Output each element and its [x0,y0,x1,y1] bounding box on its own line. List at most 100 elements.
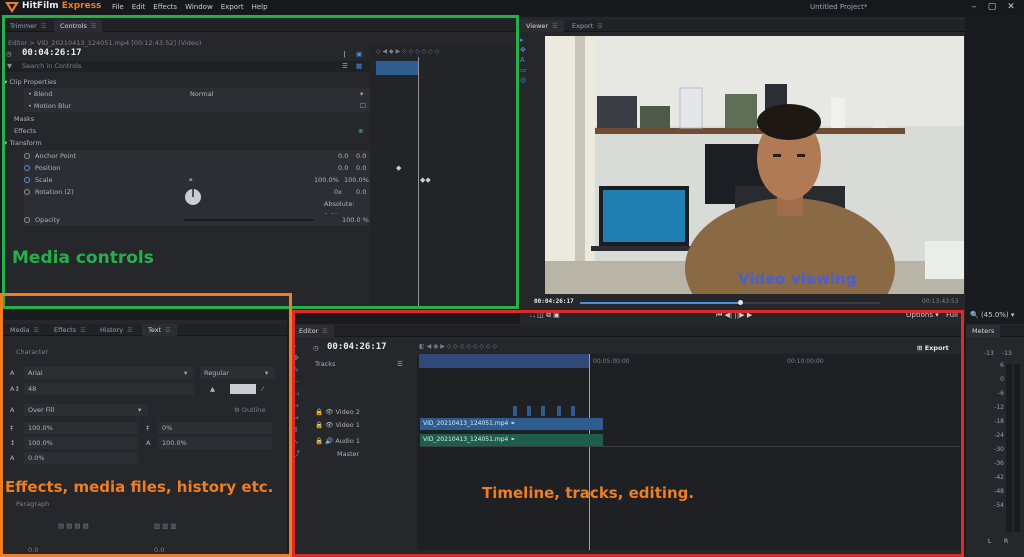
over-fill-select[interactable]: Over Fill ▾ [24,404,148,416]
fill-icon[interactable]: ▲ [210,383,215,395]
keyframe-toggle-icon[interactable] [24,189,30,195]
tab-text[interactable]: Text ☰ [142,324,177,336]
viewer-options[interactable]: Options ▾ [906,311,939,319]
font-select[interactable]: Arial ▾ [24,367,194,379]
viewer-time-right: 00:13:43:53 [922,298,959,305]
transform-section[interactable]: ▾ Transform [4,137,42,149]
tab-meters[interactable]: Meters [966,325,1001,337]
baseline-icon: A [10,454,15,462]
tab-export[interactable]: Export ☰ [566,20,609,32]
keyframe-icon[interactable]: ◆◆ [420,176,431,184]
meter-peak-l: -13 [984,350,994,357]
vscale-input[interactable]: 100.0% [24,437,138,449]
maximize-icon[interactable]: ▢ [986,1,998,13]
hscale-input[interactable]: 100.0% [158,437,272,449]
menu-help[interactable]: Help [252,3,268,11]
filter-icon[interactable]: ▼ [7,60,12,72]
keyframe-playhead[interactable] [418,57,419,307]
viewer-tool-icons[interactable]: ⛶ ◫ ⧉ ▣ [530,311,560,320]
menu-effects[interactable]: Effects [153,3,177,11]
add-effect-icon[interactable]: ⊕ [358,125,363,137]
blend-dropdown-icon[interactable]: ▾ [360,88,363,100]
track-audio-1[interactable]: 🔒 🔊 Audio 1 [315,435,360,447]
timeline-work-area[interactable] [419,354,589,368]
scale-row: Scale ⚭ 100.0% 100.0% [24,174,370,186]
timeline-area[interactable] [417,354,961,550]
viewer-scrubber-handle[interactable] [738,300,743,305]
tab-media[interactable]: Media ☰ [4,324,45,336]
blend-label: Blend [33,90,53,98]
viewer-zoom[interactable]: 🔍 (45.0%) ▾ [970,311,1014,319]
play-controls-icons[interactable]: ⏮ ◀| ||▶ ▶ [716,311,752,320]
editor-export-button[interactable]: ⊞ Export [917,342,949,354]
blend-select[interactable]: Normal [190,88,214,100]
meter-scale: -12 [994,404,1004,411]
editor-toolbar[interactable]: ▸ ✥ ✎ ⊢ ⊣ ↔ ⇔ ⇕ ∿ ⤴ [293,340,303,550]
color-swatch[interactable] [230,384,256,394]
masks-section[interactable]: Masks [14,113,34,125]
style-select[interactable]: Regular ▾ [200,367,275,379]
over-fill-icon: A [10,406,15,414]
rotation-dial-icon[interactable] [184,188,202,206]
timeline-nav-icons[interactable]: ◧ ◀ ◉ ▶ ◇ ◇ ◇ ◇ ◇ ◇ ◇ ◇ [419,343,619,351]
justify-icons[interactable]: ▥ ▥ ▥ [154,520,177,532]
keyframe-playhead-region [376,61,418,75]
pin-icon[interactable]: ❘ [342,48,347,60]
viewer-toolbar[interactable]: ▸ ✥ A ▭ ◎ [520,35,528,95]
menu-window[interactable]: Window [185,3,213,11]
meter-channel-r: R [1004,538,1009,545]
tab-trimmer[interactable]: Trimmer ☰ [4,20,52,32]
keyframe-toggle-icon[interactable] [24,177,30,183]
controls-search-input[interactable]: Search in Controls [22,60,81,72]
outline-toggle[interactable]: ⚙ Outline [234,404,265,416]
viewer-tabbar: Viewer ☰ Export ☰ [520,20,965,32]
tracks-menu-icon[interactable]: ☰ [397,358,403,370]
timeline-playhead[interactable] [589,354,590,550]
controls-clock-icon: ◷ [6,50,12,58]
tab-effects[interactable]: Effects ☰ [48,324,91,336]
kerning-input[interactable]: 0% [158,422,272,434]
menu-edit[interactable]: Edit [132,3,146,11]
keyframe-icon[interactable]: ◆ [396,164,401,172]
eyedropper-icon[interactable]: ⁄ [262,383,263,395]
tracking-input[interactable]: 100.0% [24,422,138,434]
rotation-row: Rotation (Z) 0x0.0 Absolute: 0.0° [24,186,370,220]
meter-scale: -36 [994,460,1004,467]
list-view-icon[interactable]: ☰ [342,60,348,72]
motion-blur-checkbox[interactable]: ☐ [360,100,366,112]
indent-left-value: 0.0 [28,546,39,554]
menu-file[interactable]: File [112,3,124,11]
keyframe-area[interactable] [370,44,516,307]
keyframe-toggle-icon[interactable] [24,217,30,223]
video-preview[interactable] [545,36,964,294]
tab-viewer[interactable]: Viewer ☰ [520,20,564,32]
baseline-input[interactable]: 0.0% [24,452,138,464]
keyframe-nav-icons[interactable]: ◇ ◀ ◆ ▶ ◇ ◇ ◇ ◇ ◇ ◇ [376,48,496,56]
keyframe-toggle-icon[interactable] [24,165,30,171]
viewer-time-left: 00:04:26:17 [534,298,574,305]
link-icon[interactable]: ⚭ [188,174,193,186]
tab-history[interactable]: History ☰ [94,324,139,336]
tab-controls[interactable]: Controls ☰ [54,20,103,32]
viewer-full[interactable]: Full [946,311,958,319]
video-clip[interactable]: VID_20210413_124051.mp4 ⚭ [420,418,603,430]
meter-scale: -24 [994,432,1004,439]
meter-scale: -30 [994,446,1004,453]
editor-tabbar: Editor ☰ [293,325,961,337]
panel-icon[interactable]: ▣ [356,48,362,60]
opacity-slider[interactable] [184,219,314,221]
align-icons[interactable]: ▤ ▤ ▤ ▤ [58,520,89,532]
meter-scale: -48 [994,488,1004,495]
track-video-1[interactable]: 🔒 👁 Video 1 [315,419,360,431]
close-icon[interactable]: ✕ [1005,1,1017,13]
effects-section[interactable]: Effects [14,125,36,137]
clip-properties-section[interactable]: ▾ Clip Properties [4,76,370,88]
grid-view-icon[interactable]: ▦ [356,60,362,72]
keyframe-toggle-icon[interactable] [24,153,30,159]
audio-clip[interactable]: VID_20210413_124051.mp4 ⚭ [420,434,603,446]
tab-editor[interactable]: Editor ☰ [293,325,334,337]
track-video-2[interactable]: 🔒 👁 Video 2 [315,406,360,418]
font-size-input[interactable]: 48 [24,383,194,395]
menu-export[interactable]: Export [221,3,244,11]
minimize-icon[interactable]: – [968,1,980,13]
